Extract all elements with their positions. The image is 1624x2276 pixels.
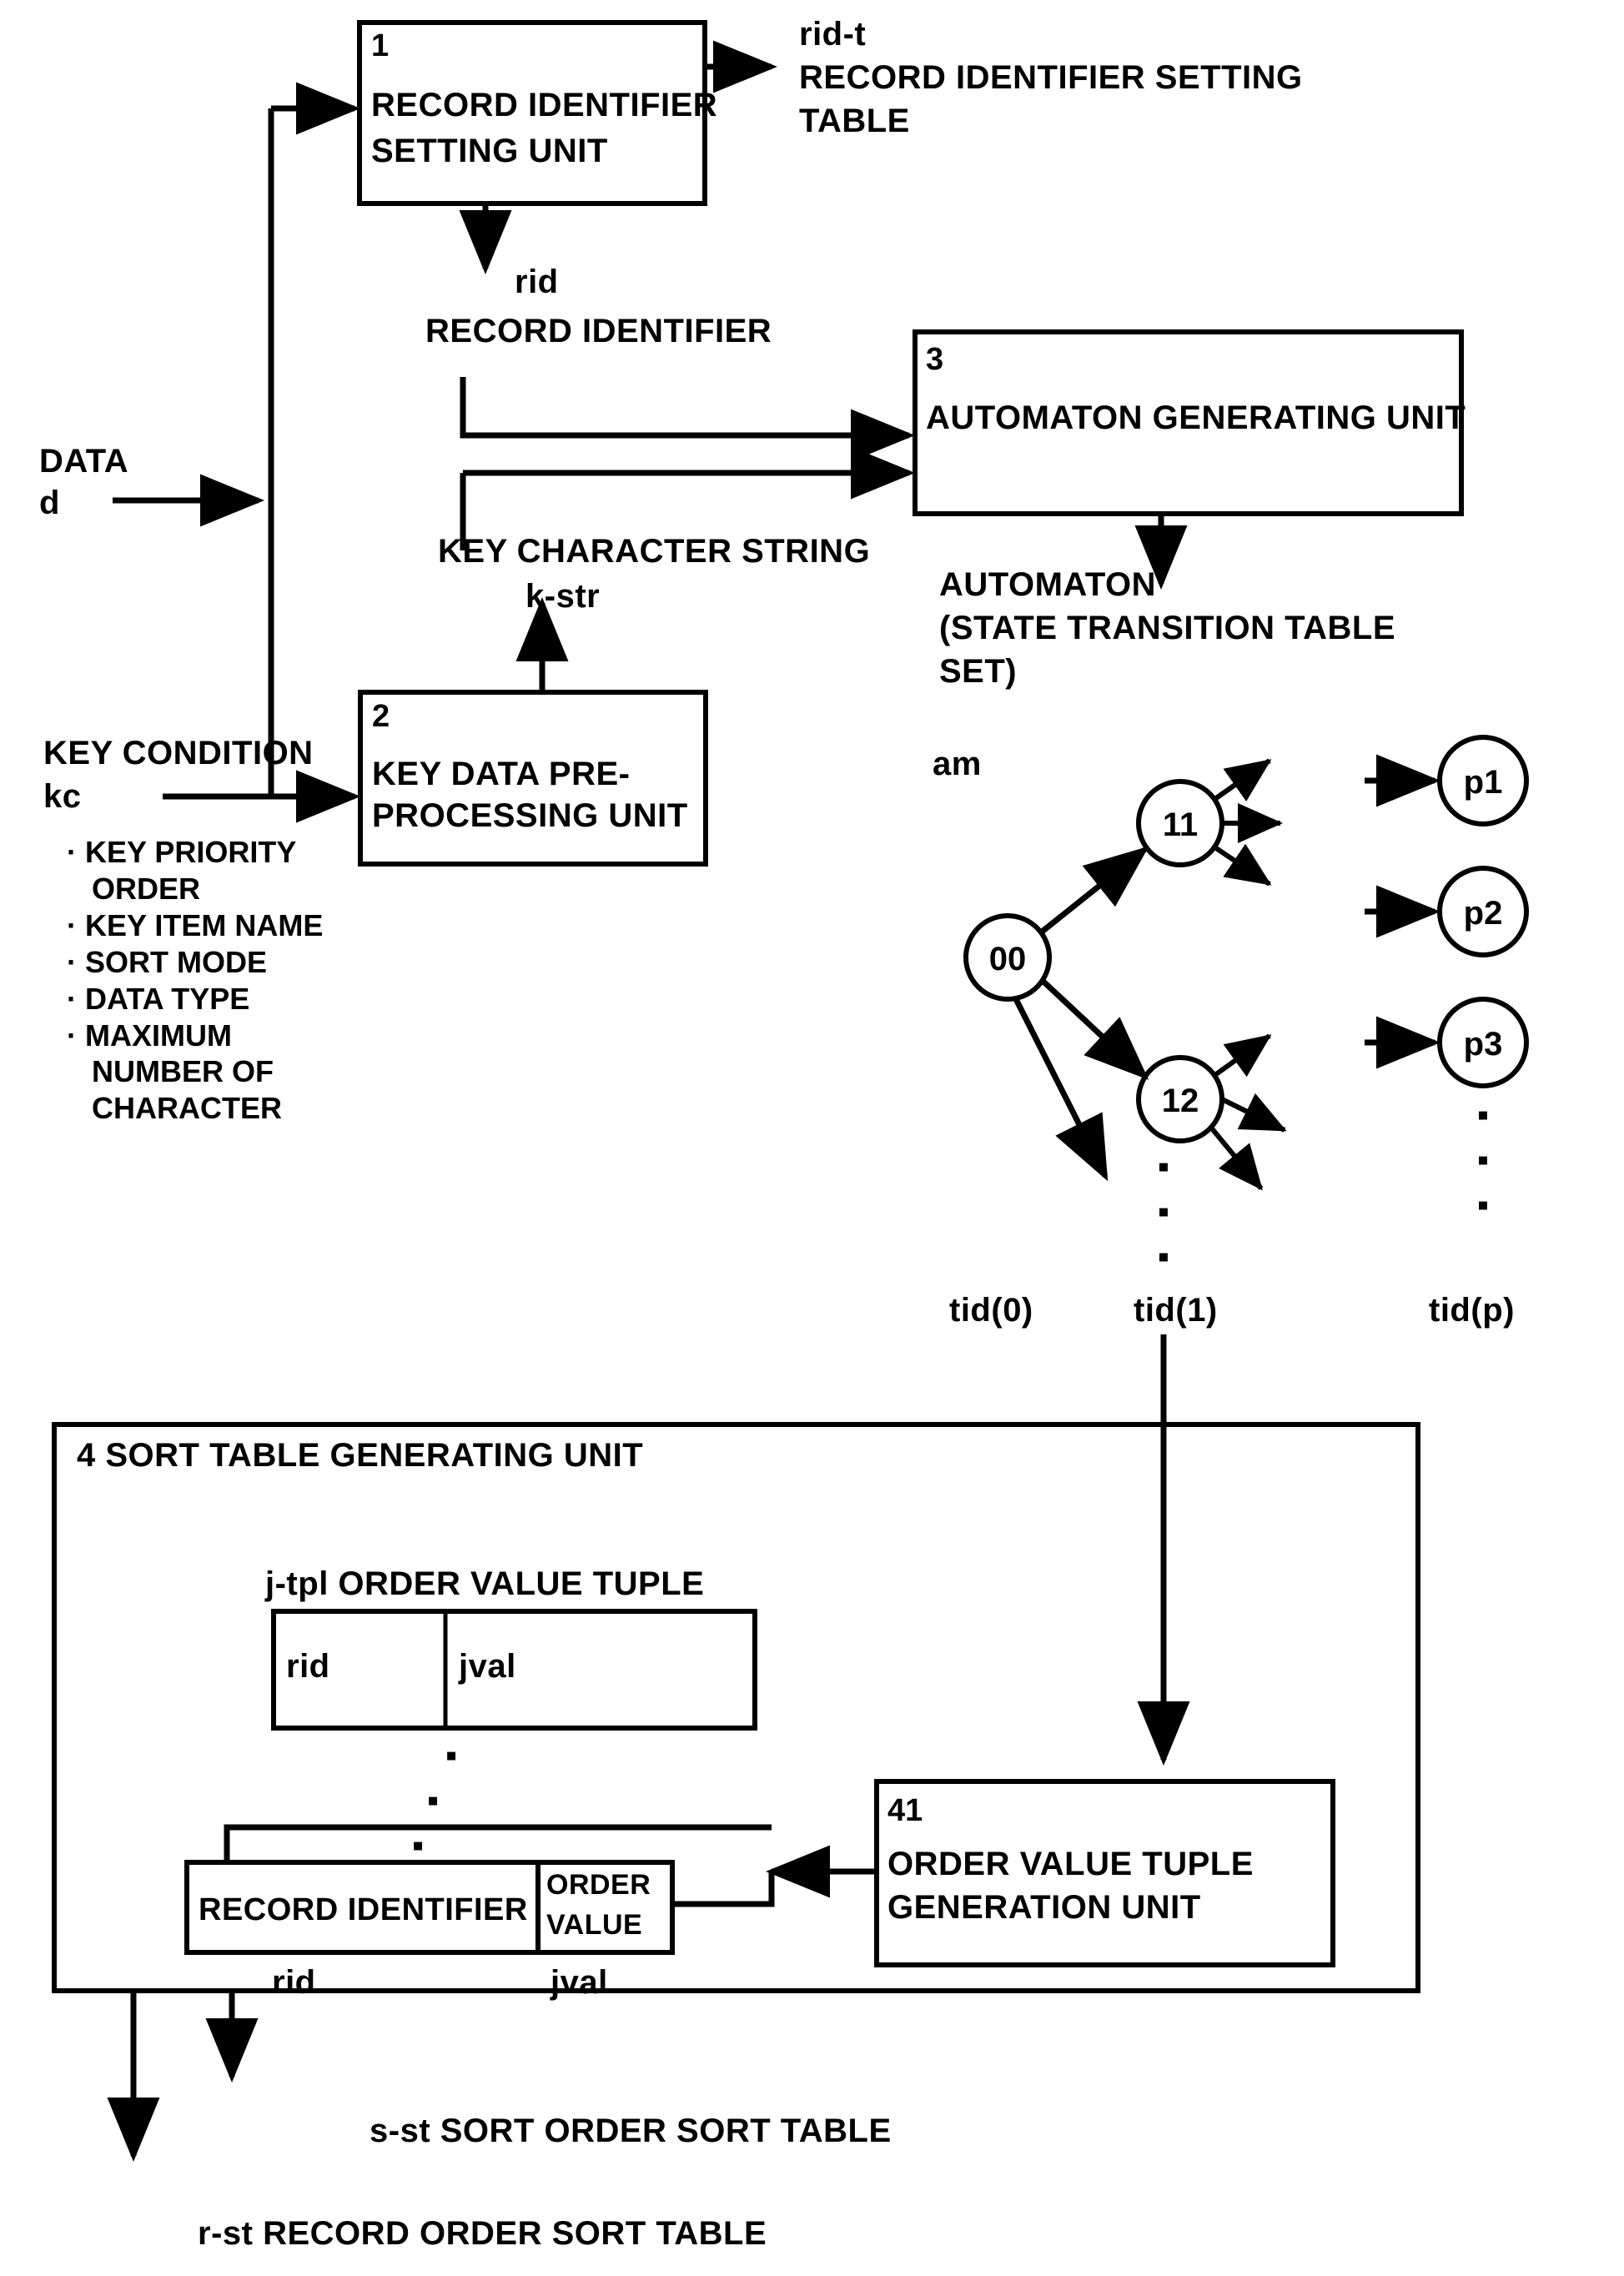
- key-condition-item: · MAXIMUM: [67, 1017, 232, 1053]
- state-node-p3-label: p3: [1464, 1026, 1503, 1063]
- box2-line2: PROCESSING UNIT: [372, 797, 688, 834]
- automaton-label-line3: SET): [939, 653, 1018, 690]
- key-condition-item: NUMBER OF: [67, 1054, 274, 1089]
- tuple-table-top-cell-jval: jval: [459, 1648, 516, 1685]
- state-node-p3: [1437, 997, 1529, 1088]
- connector-bottom-table-top-elbow: [224, 1824, 772, 1862]
- tid-label-p: tid(p): [1429, 1292, 1515, 1329]
- rid-label-line2: RECORD IDENTIFIER: [425, 313, 772, 349]
- rid-t-label-line2: RECORD IDENTIFIER SETTING: [799, 59, 1303, 96]
- box2-line1: KEY DATA PRE-: [372, 756, 631, 792]
- edge-00-dangling: [1013, 997, 1109, 1182]
- key-condition-item: CHARACTER: [67, 1091, 282, 1126]
- box3-number: 3: [926, 342, 944, 377]
- automaton-vertical-ellipsis: ▪ ▪ ▪: [1157, 1148, 1170, 1275]
- data-label-line1: DATA: [39, 443, 129, 480]
- p-column-vertical-ellipsis: ▪ ▪ ▪: [1476, 1097, 1490, 1223]
- rid-t-label-line1: rid-t: [799, 16, 867, 53]
- edge-00-to-12: [1040, 978, 1149, 1080]
- tid-label-0: tid(0): [949, 1292, 1033, 1329]
- box1-line1: RECORD IDENTIFIER: [371, 87, 718, 123]
- diagram-vector-layer: 00 11 12 p1 p2 p3: [52, 20, 1529, 2162]
- box1-number: 1: [371, 28, 390, 63]
- connector-bottom-table-elbow: [672, 1872, 775, 1907]
- edge-12-out-b: [1220, 1093, 1287, 1133]
- edge-11-out-c: [1214, 843, 1272, 887]
- edge-11-out-a: [1214, 758, 1272, 801]
- key-condition-label-line2: kc: [43, 778, 82, 815]
- tuple-table-bottom-caption-rid: rid: [272, 1964, 316, 2001]
- key-condition-item: · SORT MODE: [67, 944, 267, 979]
- key-condition-item-list: · KEY PRIORITY ORDER · KEY ITEM NAME · S…: [67, 834, 323, 1127]
- tuple-table-bottom-cell-value: VALUE: [546, 1909, 643, 1941]
- state-node-00-label: 00: [989, 941, 1027, 977]
- tuple-table-bottom-cell-order: ORDER: [546, 1869, 651, 1901]
- state-node-11: [1136, 779, 1224, 867]
- key-condition-item: ORDER: [67, 871, 201, 906]
- edge-12-out-c: [1209, 1126, 1264, 1191]
- tid-label-1: tid(1): [1134, 1292, 1218, 1329]
- am-label: am: [933, 746, 982, 782]
- box2-number: 2: [372, 699, 390, 734]
- rid-label-line1: rid: [515, 264, 559, 300]
- box41-line2: GENERATION UNIT: [887, 1889, 1201, 1926]
- state-node-12-label: 12: [1162, 1083, 1199, 1119]
- state-node-11-label: 11: [1163, 806, 1198, 843]
- tuple-table-bottom-cell-record-identifier: RECORD IDENTIFIER: [199, 1892, 528, 1927]
- box41-number: 41: [887, 1793, 923, 1828]
- key-condition-item: · DATA TYPE: [67, 981, 250, 1016]
- state-node-p2-label: p2: [1464, 895, 1503, 932]
- box3-line1: AUTOMATON GENERATING UNIT: [926, 399, 1466, 436]
- key-character-string-label-line1: KEY CHARACTER STRING: [438, 533, 871, 570]
- s-st-output-label: s-st SORT ORDER SORT TABLE: [370, 2113, 892, 2149]
- rid-t-label-line3: TABLE: [799, 103, 910, 139]
- key-character-string-label-line2: k-str: [525, 578, 601, 615]
- automaton-label-line2: (STATE TRANSITION TABLE: [939, 610, 1396, 646]
- box41-line1: ORDER VALUE TUPLE: [887, 1846, 1254, 1882]
- j-tpl-label: j-tpl ORDER VALUE TUPLE: [265, 1565, 705, 1602]
- state-node-p1-label: p1: [1464, 764, 1503, 801]
- edge-00-to-11: [1038, 846, 1149, 935]
- state-node-00: [963, 913, 1052, 1002]
- patent-diagram-canvas: 00 11 12 p1 p2 p3 1 RECORD IDENTIFIER SE…: [0, 0, 1624, 2276]
- key-condition-item: · KEY PRIORITY: [67, 835, 297, 869]
- box1-line2: SETTING UNIT: [371, 133, 608, 169]
- state-node-p2: [1437, 866, 1529, 957]
- edge-12-out-a: [1214, 1033, 1272, 1078]
- arrow-rid-to-box3: [460, 377, 915, 462]
- tuple-vertical-ellipsis: ▪ ▪ ▪: [412, 1737, 458, 1864]
- box4-label: 4 SORT TABLE GENERATING UNIT: [77, 1437, 644, 1474]
- key-condition-label-line1: KEY CONDITION: [43, 735, 314, 771]
- key-condition-item: · KEY ITEM NAME: [67, 907, 324, 942]
- tuple-table-top-cell-rid: rid: [286, 1648, 330, 1685]
- data-label-line2: d: [39, 485, 60, 521]
- r-st-output-label: r-st RECORD ORDER SORT TABLE: [198, 2215, 767, 2252]
- state-node-p1: [1437, 735, 1529, 826]
- tuple-table-bottom-caption-jval: jval: [551, 1964, 608, 2001]
- state-node-12: [1136, 1055, 1224, 1143]
- automaton-label-line1: AUTOMATON: [939, 566, 1157, 603]
